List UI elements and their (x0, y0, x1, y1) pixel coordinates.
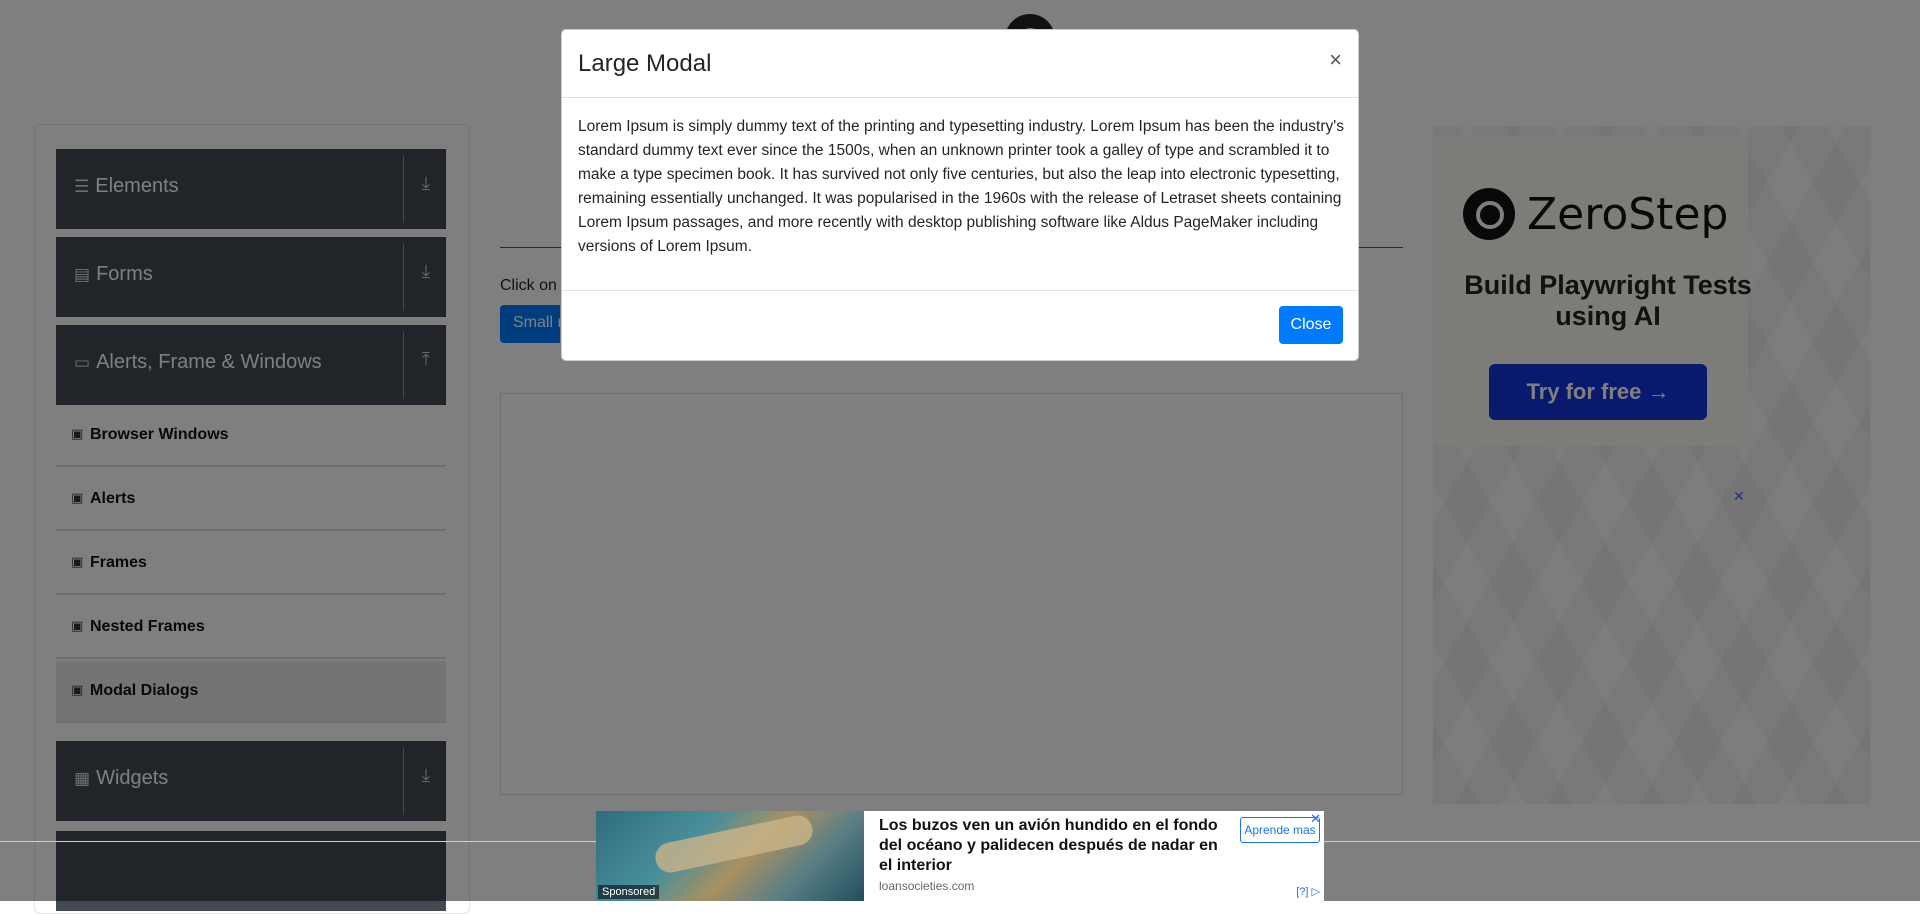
sponsored-label: Sponsored (598, 885, 660, 899)
ad-domain: loansocieties.com (879, 879, 975, 893)
close-button[interactable]: Close (1279, 306, 1343, 344)
plane-shape (652, 812, 816, 876)
modal-header: Large Modal × (562, 30, 1358, 98)
ad-close-icon[interactable]: ✕ (1310, 811, 1321, 827)
bottom-banner-ad[interactable]: Sponsored Los buzos ven un avión hundido… (596, 811, 1324, 901)
large-modal: Large Modal × Lorem Ipsum is simply dumm… (561, 29, 1359, 361)
modal-body: Lorem Ipsum is simply dummy text of the … (578, 118, 1344, 255)
modal-title: Large Modal (578, 50, 712, 77)
modal-footer: Close (562, 290, 1358, 362)
close-icon[interactable]: × (1329, 47, 1342, 73)
ad-headline[interactable]: Los buzos ven un avión hundido en el fon… (879, 816, 1229, 876)
adchoices-icon[interactable]: [?] ▷ (1296, 885, 1320, 898)
learn-more-button[interactable]: Aprende mas (1240, 817, 1320, 843)
